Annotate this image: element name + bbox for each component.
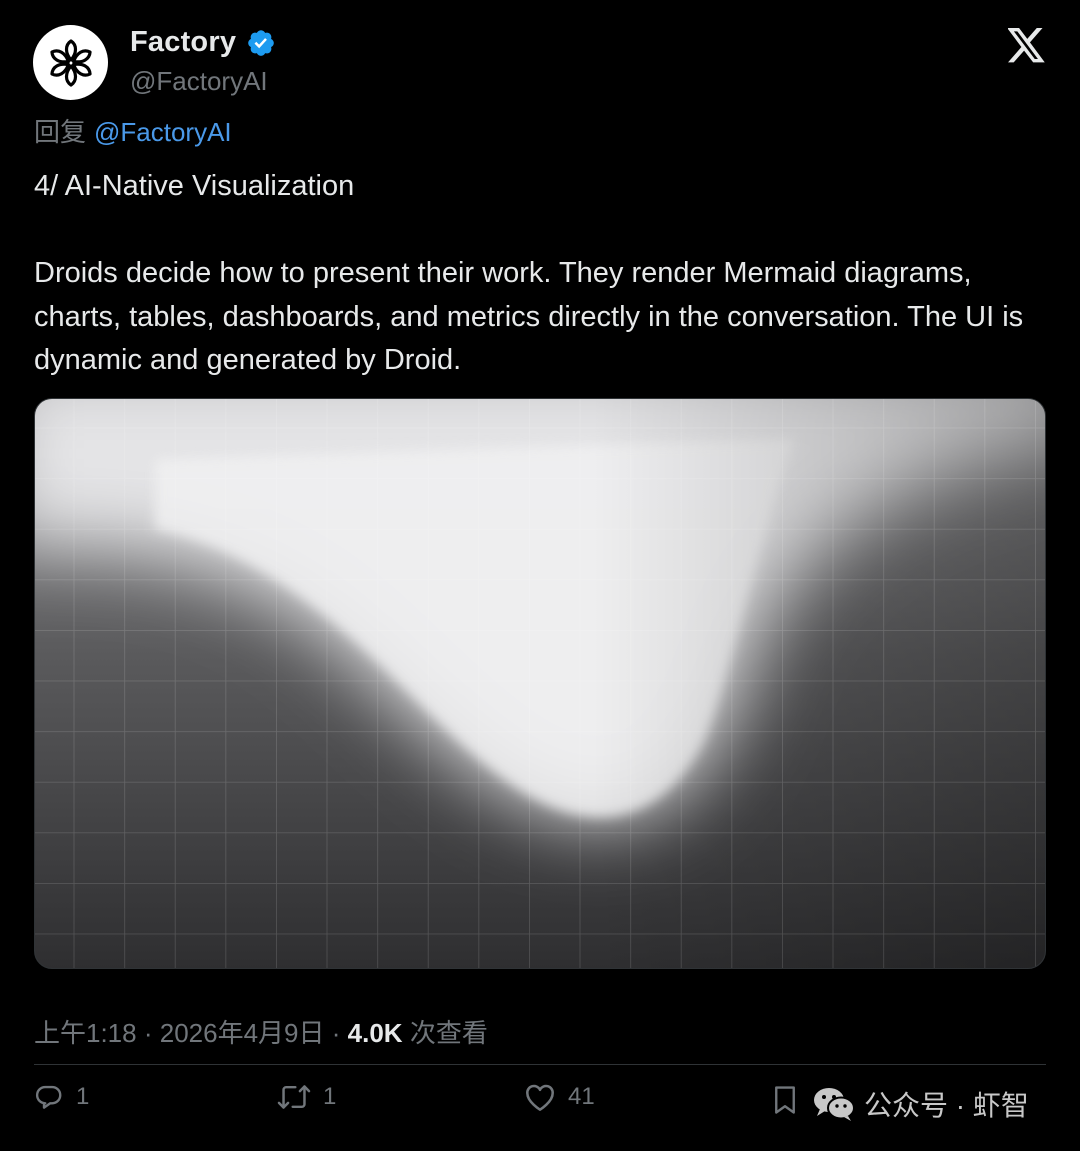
author-display-name[interactable]: Factory: [130, 26, 236, 59]
views-count: 4.0K: [347, 1018, 403, 1048]
author-handle[interactable]: @FactoryAI: [130, 66, 268, 97]
tweet-body: Droids decide how to present their work.…: [34, 257, 1024, 376]
tweet-meta: 上午1:18 · 2026年4月9日 · 4.0K 次查看: [34, 1013, 488, 1050]
avatar[interactable]: [33, 25, 108, 100]
wechat-icon: [814, 1088, 855, 1121]
tweet-text: 4/ AI-Native Visualization Droids decide…: [34, 165, 1034, 383]
reply-mention-link[interactable]: @FactoryAI: [94, 117, 232, 147]
reply-context: 回复 @FactoryAI: [34, 112, 232, 149]
tweet-date[interactable]: 2026年4月9日: [160, 1018, 325, 1048]
wechat-watermark: 公众号 · 虾智: [812, 1084, 1029, 1124]
reply-prefix: 回复: [34, 117, 87, 147]
repost-count: 1: [323, 1083, 337, 1110]
views-label: 次查看: [409, 1018, 488, 1048]
divider: [34, 1064, 1046, 1065]
bookmark-button[interactable]: [772, 1085, 798, 1120]
reply-count: 1: [76, 1083, 90, 1110]
reply-icon: [36, 1085, 62, 1109]
tweet-heading: 4/ AI-Native Visualization: [34, 170, 355, 202]
verified-badge-icon: [246, 28, 276, 58]
like-button[interactable]: 41: [524, 1082, 595, 1112]
factory-logo-icon: [49, 38, 92, 87]
tweet-time[interactable]: 上午1:18: [34, 1018, 137, 1048]
tweet-media-image[interactable]: [34, 398, 1046, 969]
repost-button[interactable]: 1: [277, 1082, 336, 1112]
like-count: 41: [568, 1083, 595, 1110]
author-name-row[interactable]: Factory: [130, 26, 276, 59]
x-logo-icon[interactable]: [1007, 28, 1046, 64]
heart-icon: [526, 1084, 554, 1111]
reply-button[interactable]: 1: [34, 1082, 89, 1112]
meta-separator: ·: [331, 1018, 341, 1048]
meta-separator: ·: [143, 1018, 153, 1048]
repost-icon: [277, 1085, 311, 1109]
watermark-text: 公众号 · 虾智: [864, 1090, 1029, 1121]
bookmark-icon: [775, 1086, 795, 1114]
